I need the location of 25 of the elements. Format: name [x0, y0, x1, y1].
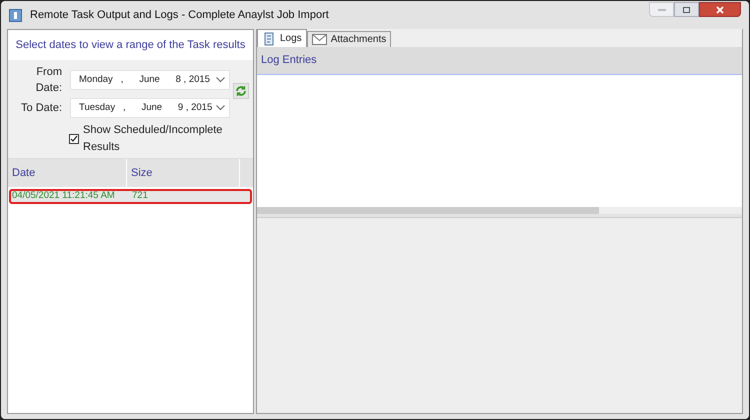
log-panel-header: Log Entries: [261, 53, 317, 68]
chevron-down-icon: [216, 105, 225, 111]
tab[interactable]: Attachments: [306, 31, 392, 47]
checkbox-label: Show Scheduled/Incomplete Results: [83, 123, 224, 154]
panel-heading: Select dates to view a range of the Task results: [16, 38, 246, 53]
window-title: Remote Task Output and Logs - Complete Anaylst Job Import: [30, 8, 329, 23]
tab[interactable]: Logs: [257, 29, 307, 47]
date-label: From Date:: [34, 64, 63, 96]
scrollbar-thumb[interactable]: [257, 207, 599, 214]
chevron-down-icon: [216, 77, 225, 83]
maximize-button[interactable]: [674, 2, 699, 17]
date-picker[interactable]: Tuesday , June 9 , 2015: [70, 98, 230, 118]
checkbox[interactable]: [69, 134, 79, 144]
close-icon: [716, 6, 724, 14]
table-cell-text: 04/05/2021 11:21:45 AM: [11, 189, 116, 204]
close-button[interactable]: [699, 2, 741, 17]
table-cell-text: 721: [131, 189, 148, 204]
table-row[interactable]: 04/05/2021 11:21:45 AM 721: [9, 189, 252, 204]
document-icon: [262, 32, 276, 46]
refresh-button[interactable]: [233, 83, 249, 99]
date-picker[interactable]: Monday , June 8 , 2015: [70, 70, 230, 90]
app-icon: [9, 8, 22, 22]
refresh-icon: [235, 85, 247, 97]
date-label: To Date:: [20, 100, 63, 116]
envelope-icon: [312, 34, 327, 45]
